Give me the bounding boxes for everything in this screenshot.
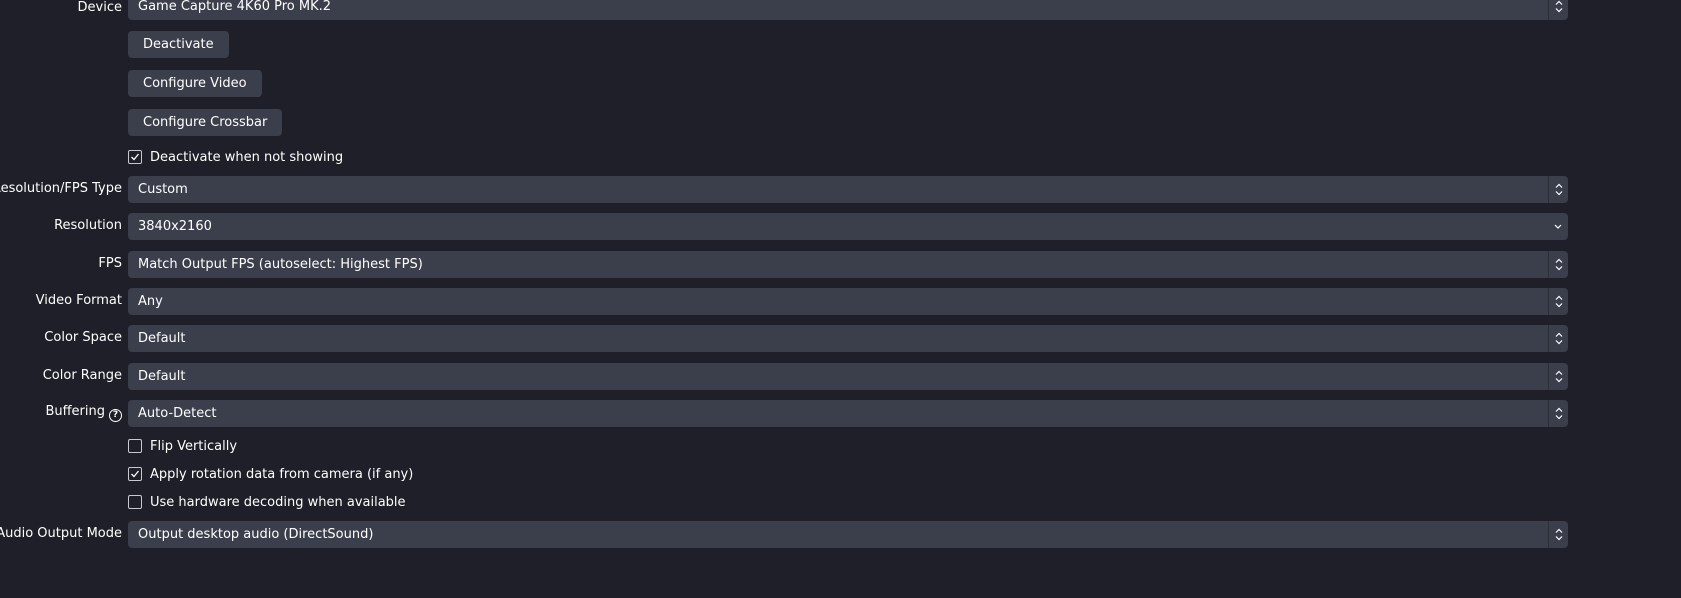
- resolution-label: Resolution: [54, 218, 122, 233]
- hardware-decoding-row[interactable]: Use hardware decoding when available: [128, 494, 406, 510]
- checkmark-icon: [131, 153, 140, 161]
- hardware-decoding-checkbox[interactable]: [128, 495, 142, 509]
- buffering-label-row: Buffering?: [45, 404, 122, 422]
- flip-vertically-label: Flip Vertically: [150, 438, 238, 454]
- resolution-value[interactable]: 3840x2160: [138, 219, 212, 234]
- device-value: Game Capture 4K60 Pro MK.2: [138, 0, 332, 14]
- resolution-fps-type-select[interactable]: Custom: [128, 176, 1568, 203]
- chevron-up-down-icon[interactable]: [1548, 521, 1568, 548]
- deactivate-button[interactable]: Deactivate: [128, 31, 229, 58]
- video-format-select[interactable]: Any: [128, 288, 1568, 315]
- chevron-up-down-icon[interactable]: [1548, 288, 1568, 315]
- video-format-label: Video Format: [35, 293, 122, 308]
- configure-crossbar-button[interactable]: Configure Crossbar: [128, 109, 283, 136]
- resolution-fps-type-value: Custom: [138, 182, 188, 197]
- buffering-value: Auto-Detect: [138, 406, 217, 421]
- fps-select[interactable]: Match Output FPS (autoselect: Highest FP…: [128, 251, 1568, 278]
- properties-panel: Device Game Capture 4K60 Pro MK.2 Deacti…: [0, 0, 1681, 598]
- checkmark-icon: [131, 470, 140, 478]
- chevron-up-down-icon[interactable]: [1548, 363, 1568, 390]
- color-range-select[interactable]: Default: [128, 363, 1568, 390]
- color-space-value: Default: [138, 331, 186, 346]
- audio-output-mode-value: Output desktop audio (DirectSound): [138, 527, 374, 542]
- deactivate-when-not-showing-row[interactable]: Deactivate when not showing: [128, 149, 343, 165]
- apply-rotation-checkbox[interactable]: [128, 467, 142, 481]
- chevron-up-down-icon[interactable]: [1548, 251, 1568, 278]
- chevron-up-down-icon[interactable]: [1548, 0, 1568, 20]
- resolution-combobox[interactable]: 3840x2160: [128, 213, 1568, 240]
- fps-label: FPS: [98, 256, 122, 271]
- device-select[interactable]: Game Capture 4K60 Pro MK.2: [128, 0, 1568, 20]
- audio-output-mode-label: Audio Output Mode: [0, 526, 122, 541]
- deactivate-when-not-showing-checkbox[interactable]: [128, 150, 142, 164]
- buffering-label: Buffering: [45, 404, 105, 419]
- resolution-fps-type-label: Resolution/FPS Type: [0, 181, 122, 196]
- chevron-down-icon[interactable]: [1548, 213, 1568, 240]
- color-space-select[interactable]: Default: [128, 325, 1568, 352]
- audio-output-mode-select[interactable]: Output desktop audio (DirectSound): [128, 521, 1568, 548]
- buffering-select[interactable]: Auto-Detect: [128, 400, 1568, 427]
- color-space-label: Color Space: [44, 330, 122, 345]
- chevron-up-down-icon[interactable]: [1548, 325, 1568, 352]
- deactivate-when-not-showing-label: Deactivate when not showing: [150, 149, 344, 165]
- chevron-up-down-icon[interactable]: [1548, 400, 1568, 427]
- hardware-decoding-label: Use hardware decoding when available: [150, 494, 406, 510]
- color-range-label: Color Range: [42, 368, 122, 383]
- flip-vertically-row[interactable]: Flip Vertically: [128, 438, 237, 454]
- chevron-up-down-icon[interactable]: [1548, 176, 1568, 203]
- apply-rotation-row[interactable]: Apply rotation data from camera (if any): [128, 466, 413, 482]
- flip-vertically-checkbox[interactable]: [128, 439, 142, 453]
- video-format-value: Any: [138, 294, 163, 309]
- fps-value: Match Output FPS (autoselect: Highest FP…: [138, 257, 423, 272]
- help-icon[interactable]: ?: [109, 409, 122, 422]
- color-range-value: Default: [138, 369, 186, 384]
- device-label: Device: [77, 0, 122, 15]
- configure-video-button[interactable]: Configure Video: [128, 70, 262, 97]
- apply-rotation-label: Apply rotation data from camera (if any): [150, 466, 414, 482]
